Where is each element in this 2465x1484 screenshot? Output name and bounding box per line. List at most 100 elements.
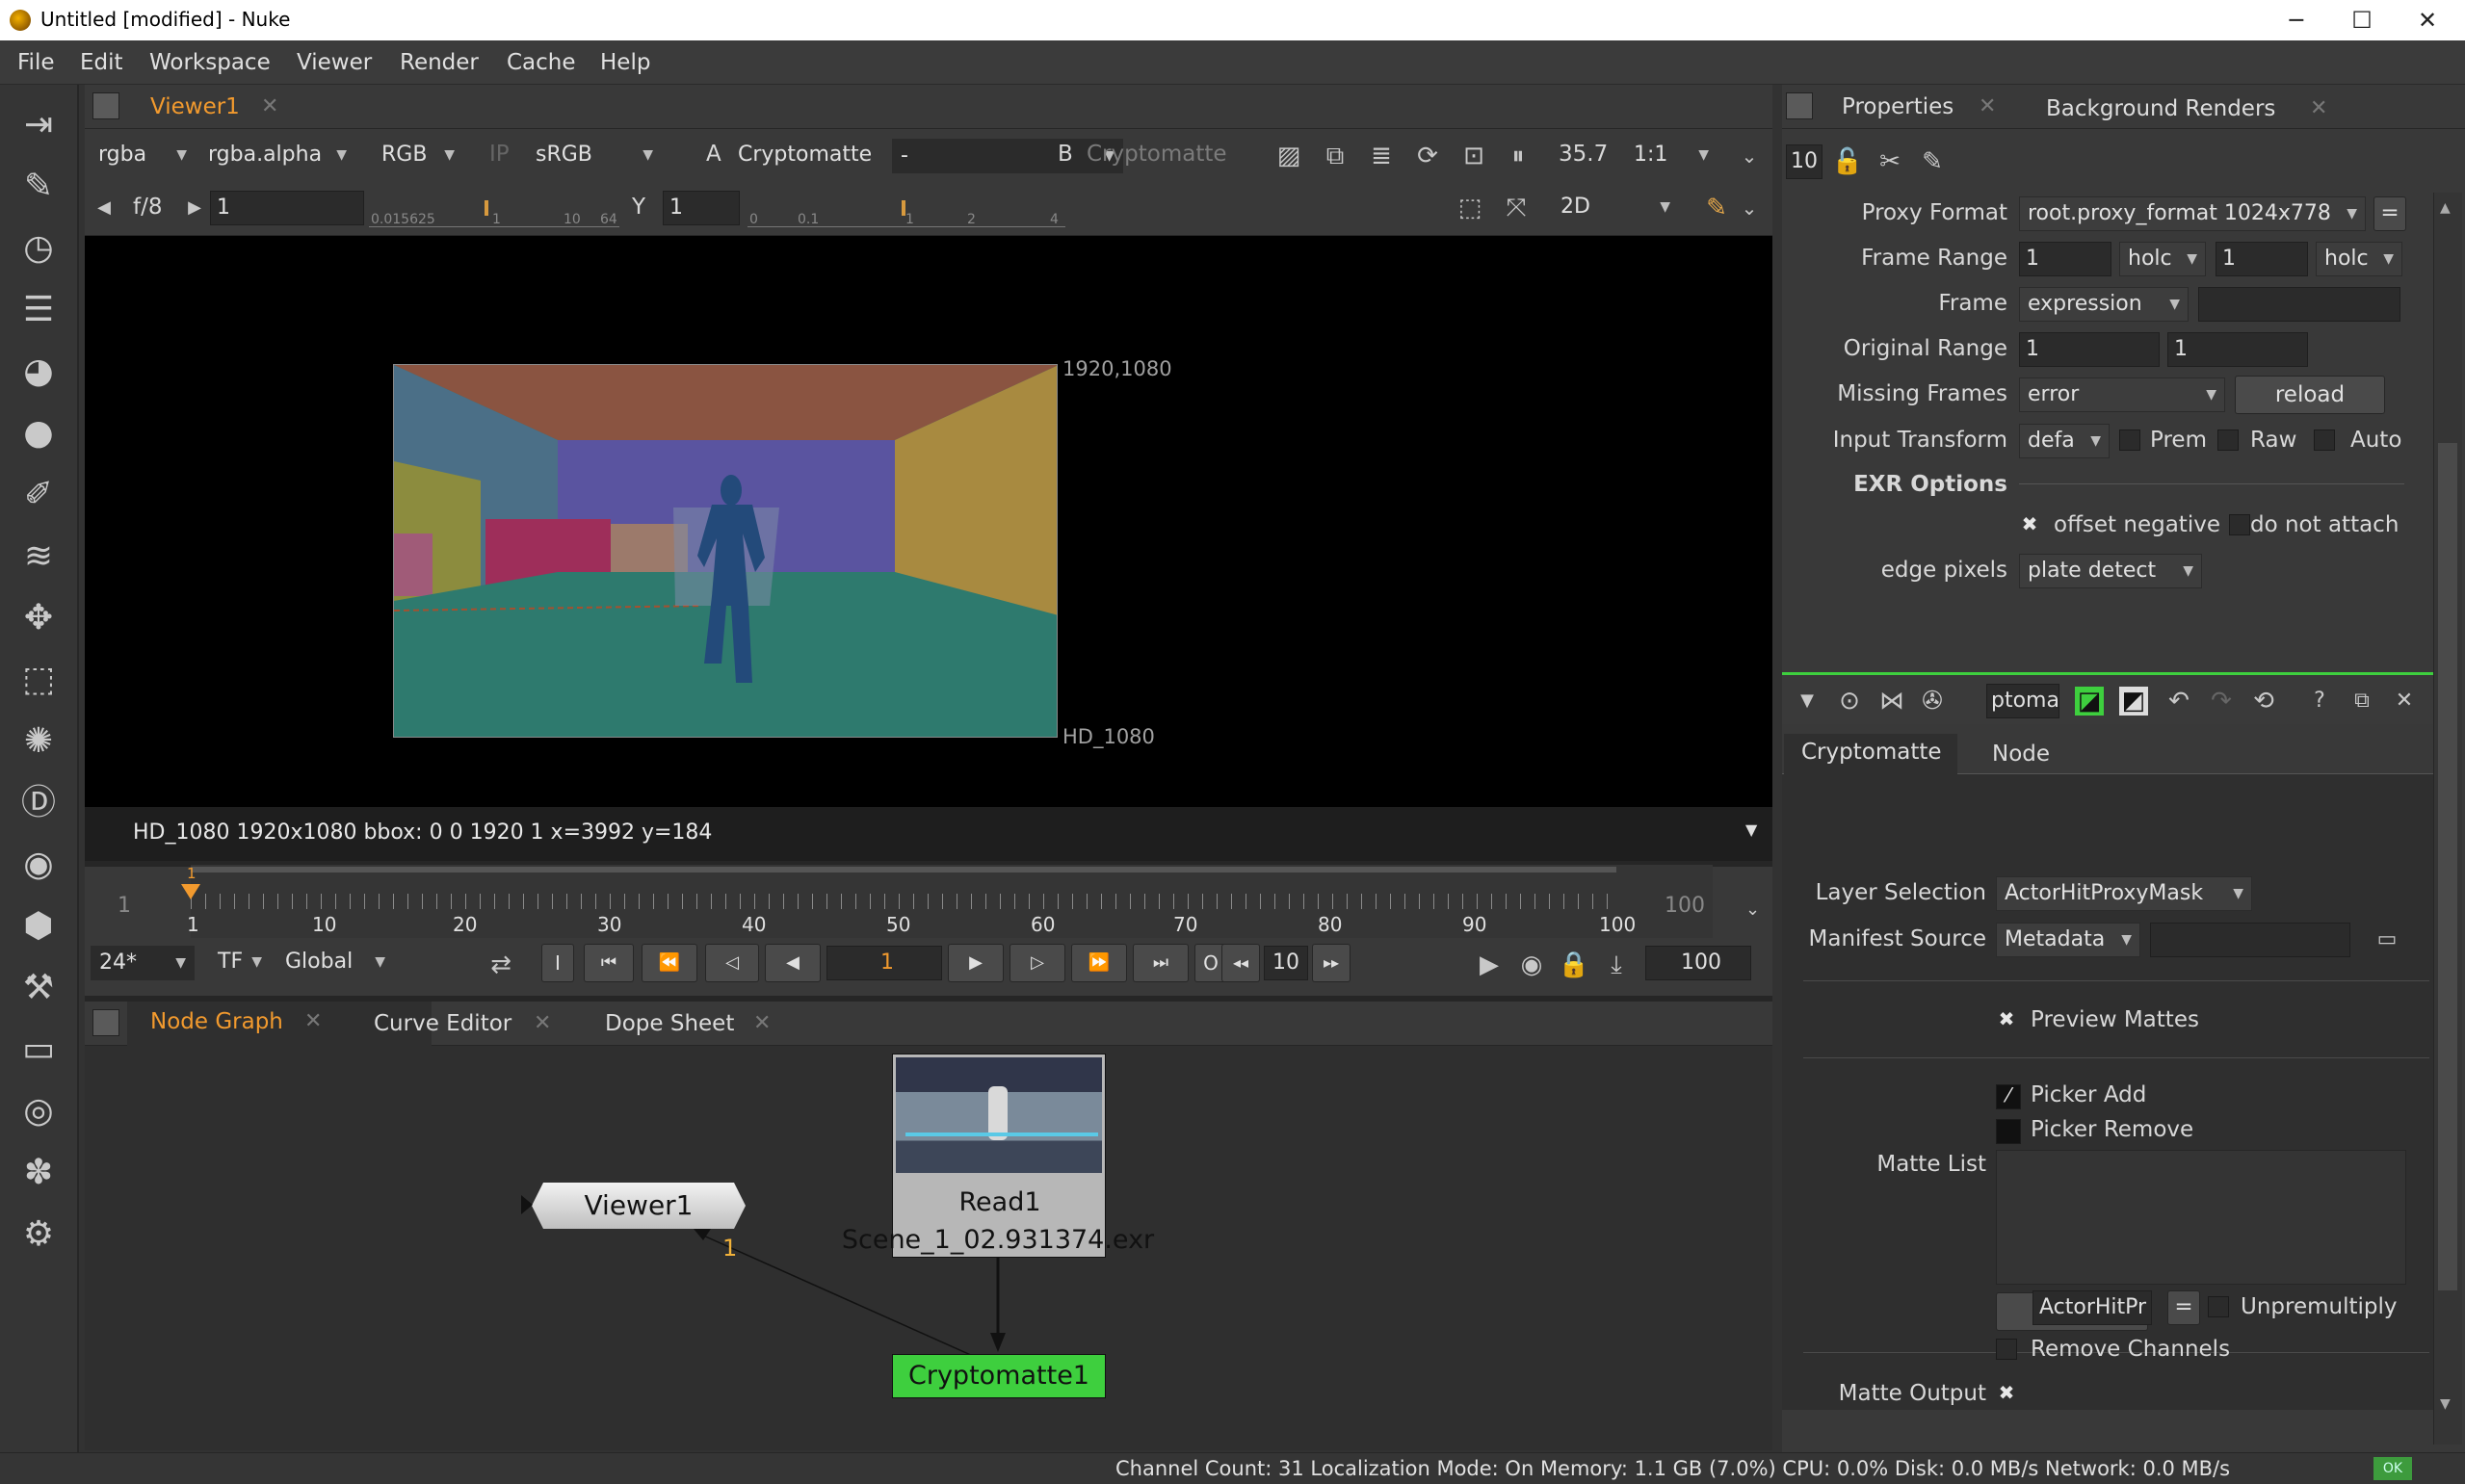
maximize-button[interactable]: ☐ bbox=[2333, 4, 2391, 37]
edit-pencil-icon[interactable]: ✎ bbox=[1915, 144, 1950, 179]
close-tab-icon[interactable]: ✕ bbox=[534, 1011, 551, 1035]
help-icon[interactable]: ? bbox=[2302, 684, 2337, 718]
last-frame-icon[interactable]: ⏭ bbox=[1133, 944, 1189, 982]
time-tools-icon[interactable]: ◷ bbox=[15, 225, 62, 272]
tab-dope-sheet[interactable]: Dope Sheet bbox=[605, 1011, 734, 1036]
proxy-format-link-button[interactable]: = bbox=[2373, 196, 2406, 231]
first-frame-icon[interactable]: ⏮ bbox=[584, 944, 634, 982]
furnace-tools-icon[interactable]: ◎ bbox=[15, 1088, 62, 1134]
timeline-ruler[interactable]: 1 1 10 20 30 40 50 60 70 80 90 100 bbox=[181, 865, 1713, 938]
prev-keyframe-icon[interactable]: ⏪ bbox=[642, 944, 697, 982]
color-tools-icon[interactable]: ◕ bbox=[15, 349, 62, 395]
menu-render[interactable]: Render bbox=[400, 50, 479, 75]
tab-cryptomatte[interactable]: Cryptomatte bbox=[1801, 740, 1942, 765]
panel-menu-icon[interactable] bbox=[92, 92, 119, 119]
particle-tools-icon[interactable]: ✺ bbox=[15, 718, 62, 765]
tab-node[interactable]: Node bbox=[1992, 742, 2050, 767]
remove-channels-checkbox[interactable] bbox=[1996, 1339, 2017, 1360]
menu-viewer[interactable]: Viewer bbox=[297, 50, 372, 75]
image-tools-icon[interactable]: ⇥ bbox=[15, 102, 62, 148]
lock-icon[interactable]: 🔓 bbox=[1830, 144, 1865, 179]
close-tab-icon[interactable]: ✕ bbox=[1979, 94, 1996, 118]
roi-icon[interactable]: ⊡ bbox=[1456, 139, 1491, 173]
tab-node-graph[interactable]: Node Graph bbox=[150, 1009, 283, 1034]
range-dropdown[interactable]: Global ▼ bbox=[277, 946, 393, 980]
refresh-icon[interactable]: ⟳ bbox=[1410, 139, 1445, 173]
menu-cache[interactable]: Cache bbox=[507, 50, 576, 75]
info-expand-icon[interactable]: ▼ bbox=[1745, 820, 1757, 839]
menu-workspace[interactable]: Workspace bbox=[149, 50, 271, 75]
timeline-start[interactable]: 1 bbox=[118, 894, 131, 918]
panel-menu-icon[interactable] bbox=[1786, 92, 1813, 119]
input-pipes-icon[interactable]: ⋈ bbox=[1875, 684, 1909, 718]
skip-back-icon[interactable]: ◂◂ bbox=[1221, 944, 1260, 982]
max-panels-field[interactable]: 10 bbox=[1786, 144, 1823, 179]
node-color-icon[interactable]: ◪ bbox=[2075, 687, 2104, 716]
matte-output-link-button[interactable]: = bbox=[2167, 1290, 2200, 1325]
ip-button[interactable]: IP bbox=[489, 142, 510, 167]
expand-toolbar-icon[interactable]: ⌄ bbox=[1732, 139, 1767, 173]
transform-tools-icon[interactable]: ✥ bbox=[15, 595, 62, 641]
close-panel-icon[interactable]: ✕ bbox=[2387, 684, 2422, 718]
play-backward-icon[interactable]: ◀ bbox=[765, 944, 821, 982]
wrench-icon[interactable]: ✇ bbox=[1915, 684, 1950, 718]
colorspace-dropdown[interactable]: sRGB ▼ bbox=[528, 139, 661, 173]
menu-help[interactable]: Help bbox=[600, 50, 650, 75]
revert-icon[interactable]: ⟲ bbox=[2246, 684, 2281, 718]
record-icon[interactable]: ◉ bbox=[1514, 948, 1549, 982]
step-back-icon[interactable]: ◁ bbox=[705, 944, 759, 982]
pause-icon[interactable]: ⏸ bbox=[1501, 139, 1535, 173]
expand-timeline-icon[interactable]: ⌄ bbox=[1745, 899, 1760, 920]
timeline-end[interactable]: 100 bbox=[1665, 894, 1705, 918]
missing-frames-dropdown[interactable]: error ▼ bbox=[2019, 378, 2225, 412]
color-picker-icon[interactable]: ✎ bbox=[1699, 191, 1734, 225]
frame-expression-field[interactable] bbox=[2198, 287, 2400, 322]
gain-slider[interactable]: 0.015625 1 10 64 bbox=[369, 191, 619, 227]
viewer-canvas[interactable]: 1920,1080 HD_1080 bbox=[85, 236, 1772, 807]
play-forward-icon[interactable]: ▶ bbox=[948, 944, 1004, 982]
channel-tools-icon[interactable]: ☰ bbox=[15, 287, 62, 333]
tf-dropdown[interactable]: TF ▼ bbox=[210, 946, 270, 980]
tab-curve-editor[interactable]: Curve Editor bbox=[374, 1011, 511, 1036]
offset-negative-checkbox[interactable]: ✖ bbox=[2019, 514, 2040, 535]
deep-tools-icon[interactable]: Ⓓ bbox=[15, 780, 62, 826]
toolsets-icon[interactable]: ⚒ bbox=[15, 965, 62, 1011]
node-graph-canvas[interactable]: Viewer1 1 Read1 Scene_1_02.931374.exr Cr… bbox=[85, 1046, 1772, 1450]
next-keyframe-icon[interactable]: ⏩ bbox=[1071, 944, 1127, 982]
playback-mode-icon[interactable]: ⇄ bbox=[484, 948, 518, 982]
menu-file[interactable]: File bbox=[17, 50, 55, 75]
fps-dropdown[interactable]: 24* ▼ bbox=[91, 946, 195, 980]
collapse-panel-icon[interactable]: ▼ bbox=[1790, 684, 1824, 718]
auto-alpha-checkbox[interactable] bbox=[2314, 430, 2335, 451]
clear-panels-icon[interactable]: ✂ bbox=[1873, 144, 1907, 179]
menu-edit[interactable]: Edit bbox=[80, 50, 123, 75]
close-tab-icon[interactable]: ✕ bbox=[304, 1009, 322, 1033]
frame-range-last[interactable]: 1 bbox=[2216, 242, 2308, 276]
keyer-tools-icon[interactable]: ✐ bbox=[15, 472, 62, 518]
end-frame-field[interactable]: 100 bbox=[1645, 946, 1751, 980]
fstop-down-icon[interactable]: ◀ bbox=[87, 191, 121, 225]
filter-tools-icon[interactable]: ● bbox=[15, 410, 62, 456]
fstop-up-icon[interactable]: ▶ bbox=[177, 191, 212, 225]
in-point-button[interactable]: I bbox=[541, 944, 574, 982]
manifest-file-field[interactable] bbox=[2150, 923, 2350, 957]
plugins-icon[interactable]: ✽ bbox=[15, 1150, 62, 1196]
raw-checkbox[interactable] bbox=[2217, 430, 2239, 451]
picker-add-swatch[interactable]: ⁄ bbox=[1996, 1084, 2021, 1109]
minimize-button[interactable]: ─ bbox=[2268, 4, 2325, 37]
step-forward-icon[interactable]: ▷ bbox=[1010, 944, 1065, 982]
reload-button[interactable]: reload bbox=[2235, 376, 2385, 414]
gl-color-icon[interactable]: ◩ bbox=[2119, 687, 2148, 716]
viewer-node[interactable]: Viewer1 bbox=[532, 1183, 746, 1229]
preview-mattes-checkbox[interactable]: ✖ bbox=[1996, 1009, 2017, 1030]
wipe-icon[interactable]: ▨ bbox=[1272, 139, 1306, 173]
close-button[interactable]: ✕ bbox=[2399, 4, 2456, 37]
frame-range-last-mode[interactable]: holc ▼ bbox=[2316, 242, 2402, 276]
gamma-field[interactable]: 1 bbox=[663, 191, 740, 225]
expand-toolbar-icon[interactable]: ⌄ bbox=[1732, 191, 1767, 225]
channels-dropdown[interactable]: rgba ▼ bbox=[91, 139, 195, 173]
original-range-first[interactable]: 1 bbox=[2019, 332, 2160, 367]
lock-icon[interactable]: 🔒 bbox=[1557, 948, 1591, 982]
playhead-marker[interactable] bbox=[181, 884, 200, 899]
tab-properties[interactable]: Properties bbox=[1842, 94, 1954, 119]
